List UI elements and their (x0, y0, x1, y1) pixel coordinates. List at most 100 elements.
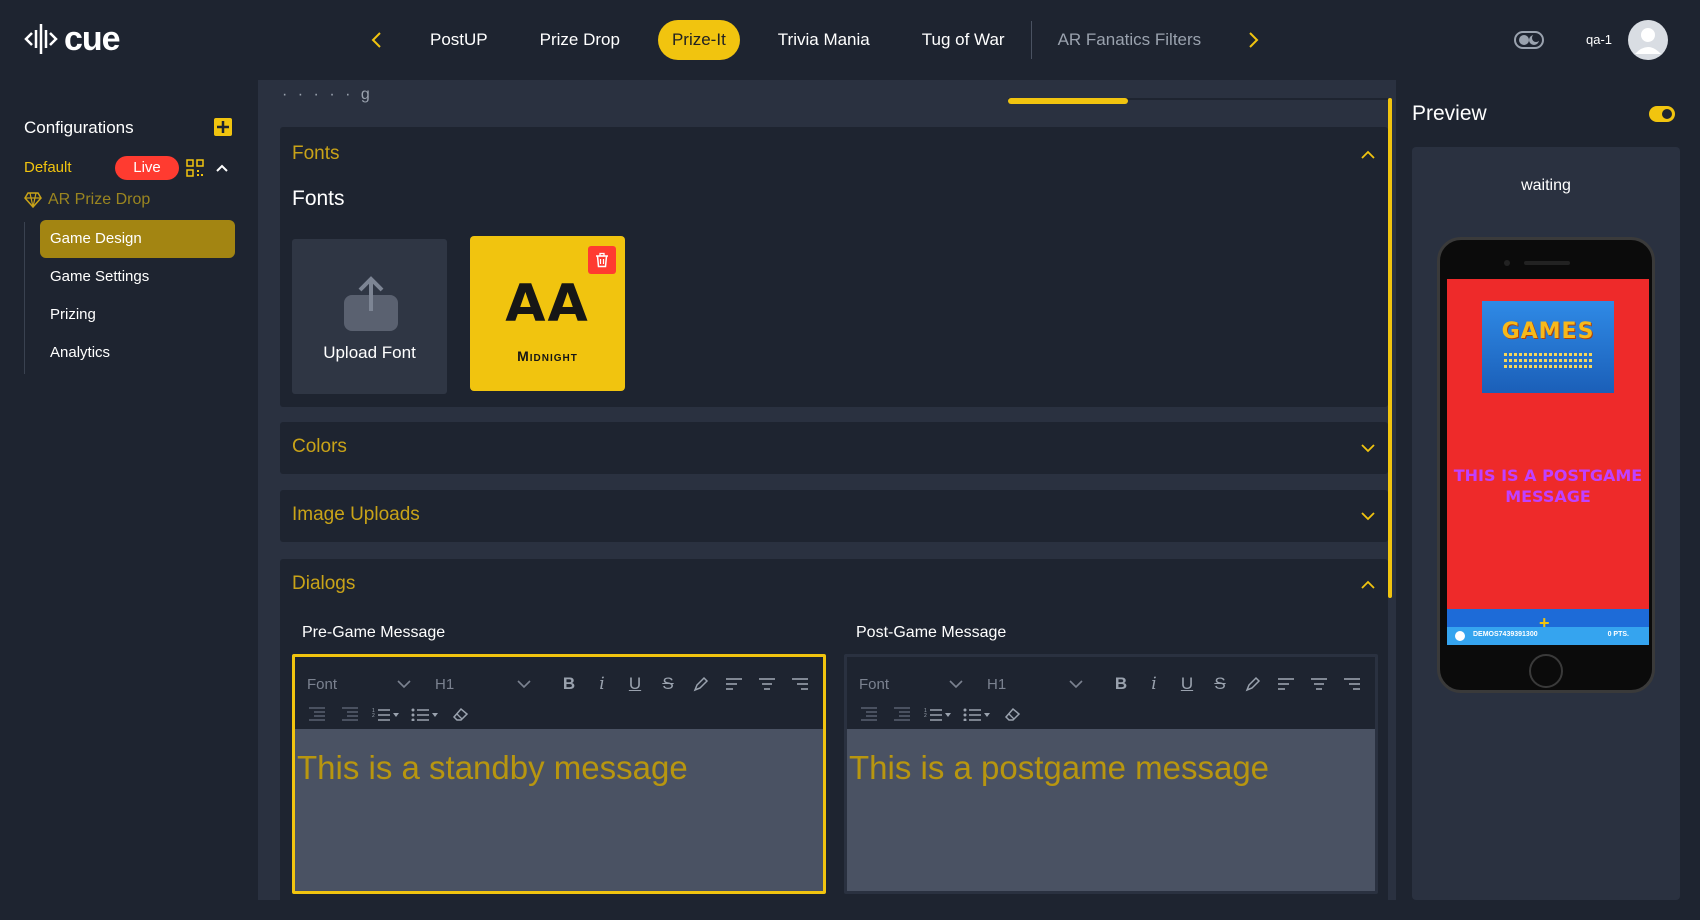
outdent-button[interactable] (305, 702, 329, 726)
configurations-title: Configurations (24, 118, 134, 137)
collapse-dialogs-button[interactable] (1360, 577, 1376, 593)
sidebar-item-prizing[interactable]: Prizing (40, 296, 235, 334)
preview-title: Preview (1412, 102, 1487, 125)
nav-next-button[interactable] (1242, 26, 1266, 54)
outdent-button[interactable] (857, 702, 881, 726)
indent-icon (894, 707, 910, 721)
tab-prize-drop[interactable]: Prize Drop (526, 20, 634, 60)
bullet-list-button[interactable] (962, 702, 992, 726)
font-preview-glyph: AA (505, 274, 590, 334)
fonts-section-title[interactable]: Fonts (292, 143, 340, 165)
tab-prize-it[interactable]: Prize-It (657, 20, 740, 60)
qr-code-button[interactable] (186, 159, 204, 177)
underline-button[interactable]: U (623, 672, 647, 696)
collapse-fonts-button[interactable] (1360, 147, 1376, 163)
player-id: DEMOS7439391300 (1473, 631, 1538, 638)
pre-game-text: This is a standby message (297, 749, 688, 786)
chevron-up-icon (1361, 150, 1375, 159)
upload-font-button[interactable]: Upload Font (292, 239, 447, 394)
dialogs-section-title[interactable]: Dialogs (292, 573, 355, 595)
dark-mode-toggle-icon (1514, 31, 1544, 49)
dialogs-panel: Dialogs Pre-Game Message Post-Game Messa… (280, 559, 1388, 900)
strikethrough-button[interactable]: S (1208, 672, 1232, 696)
colors-section-title[interactable]: Colors (292, 436, 347, 458)
bold-button[interactable]: B (1109, 672, 1133, 696)
outdent-icon (861, 707, 877, 721)
eraser-icon (452, 707, 469, 721)
align-right-button[interactable] (788, 672, 812, 696)
font-alphabet-sample (1504, 353, 1592, 371)
strikethrough-button[interactable]: S (656, 672, 680, 696)
indent-button[interactable] (338, 702, 362, 726)
theme-toggle[interactable] (1514, 30, 1544, 50)
add-configuration-button[interactable] (214, 118, 232, 136)
trash-icon (596, 252, 608, 268)
tab-trivia-mania[interactable]: Trivia Mania (764, 20, 884, 60)
sidebar-item-game-design[interactable]: Game Design (40, 220, 235, 258)
tab-tug-of-war[interactable]: Tug of War (908, 20, 1019, 60)
outdent-icon (309, 707, 325, 721)
clear-format-button[interactable] (449, 702, 473, 726)
font-select[interactable]: Font (307, 672, 411, 696)
pre-game-text-area[interactable]: This is a standby message (295, 729, 823, 891)
vertical-scrollbar[interactable] (1388, 98, 1392, 598)
italic-button[interactable]: i (1142, 672, 1166, 696)
align-left-button[interactable] (1274, 672, 1298, 696)
post-game-text-area[interactable]: This is a postgame message (847, 729, 1375, 891)
sidebar-item-game-settings[interactable]: Game Settings (40, 258, 235, 296)
bold-button[interactable]: B (557, 672, 581, 696)
submenu-guide-line (24, 222, 25, 374)
cue-logo[interactable]: cue (24, 22, 121, 56)
expand-colors-button[interactable] (1360, 440, 1376, 456)
phone-screen: GAMES THIS IS A POSTGAME MESSAGE + DEMOS… (1447, 279, 1649, 645)
pre-game-toolbar: Font H1 B i U S (307, 669, 821, 699)
indent-button[interactable] (890, 702, 914, 726)
indent-icon (342, 707, 358, 721)
align-right-icon (792, 678, 808, 690)
clear-format-button[interactable] (1001, 702, 1025, 726)
svg-text:2: 2 (372, 713, 375, 719)
colors-panel[interactable]: Colors (280, 422, 1388, 474)
heading-select[interactable]: H1 (987, 672, 1083, 696)
font-card-midnight[interactable]: AA Midnight (470, 236, 625, 391)
image-uploads-panel[interactable]: Image Uploads (280, 490, 1388, 542)
font-select[interactable]: Font (859, 672, 963, 696)
expand-image-uploads-button[interactable] (1360, 508, 1376, 524)
svg-text:2: 2 (924, 713, 927, 719)
pre-game-toolbar-row-2: 12 (305, 699, 482, 729)
ordered-list-button[interactable]: 12 (371, 702, 401, 726)
chevron-right-icon (1249, 32, 1259, 48)
align-left-button[interactable] (722, 672, 746, 696)
underline-button[interactable]: U (1175, 672, 1199, 696)
ar-prize-drop-item[interactable]: AR Prize Drop (24, 191, 150, 209)
preview-toggle[interactable] (1649, 106, 1675, 122)
font-name: Midnight (517, 348, 578, 364)
chevron-down-icon (949, 680, 963, 689)
tab-ar-fanatics-filters[interactable]: AR Fanatics Filters (1044, 20, 1216, 60)
tab-postup[interactable]: PostUP (416, 20, 502, 60)
chevron-down-icon (1069, 680, 1083, 689)
delete-font-button[interactable] (588, 246, 616, 274)
bullet-list-button[interactable] (410, 702, 440, 726)
align-center-button[interactable] (755, 672, 779, 696)
highlight-button[interactable] (1241, 672, 1265, 696)
italic-button[interactable]: i (590, 672, 614, 696)
align-right-button[interactable] (1340, 672, 1364, 696)
heading-select[interactable]: H1 (435, 672, 531, 696)
ordered-list-button[interactable]: 12 (923, 702, 953, 726)
tab-divider (1030, 21, 1032, 59)
post-game-text: This is a postgame message (849, 749, 1270, 786)
nav-prev-button[interactable] (364, 26, 388, 54)
strikethrough-icon: S (1214, 674, 1226, 693)
highlight-button[interactable] (689, 672, 713, 696)
collapse-config-button[interactable] (214, 160, 230, 176)
image-uploads-section-title[interactable]: Image Uploads (292, 504, 420, 526)
sidebar-item-analytics[interactable]: Analytics (40, 334, 235, 372)
game-design-main: · · · · · g Fonts Fonts Upload Font AA M… (258, 80, 1396, 900)
phone-speaker (1524, 261, 1570, 265)
strikethrough-icon: S (662, 674, 674, 693)
fonts-panel: Fonts Fonts Upload Font AA Midnight (280, 127, 1388, 407)
align-center-button[interactable] (1307, 672, 1331, 696)
default-config-label[interactable]: Default (24, 159, 72, 176)
avatar[interactable] (1628, 20, 1668, 60)
